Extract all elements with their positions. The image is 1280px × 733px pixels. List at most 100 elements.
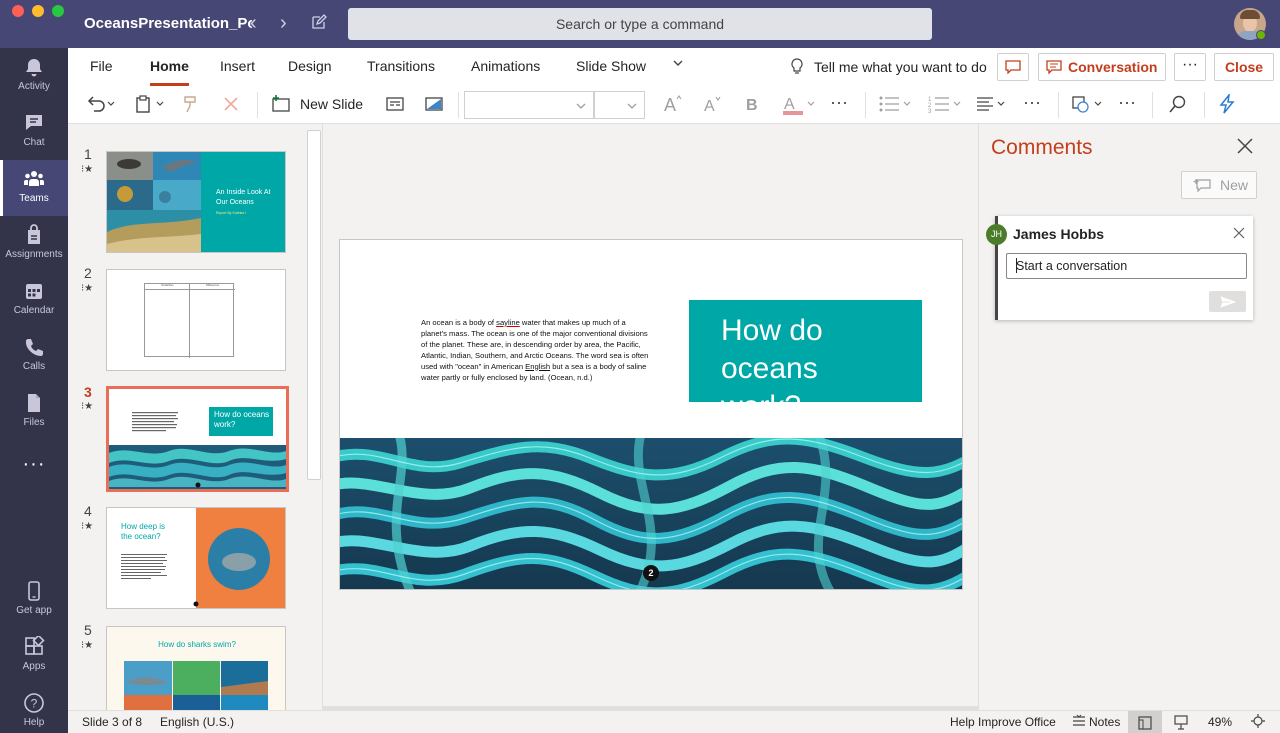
animation-star-icon: ⁝★ <box>81 164 94 175</box>
slide-thumbnail-4[interactable]: How deep is the ocean? <box>106 507 286 609</box>
help-improve-office-button[interactable]: Help Improve Office <box>950 715 1056 729</box>
title-box[interactable]: How do oceans work? <box>689 300 922 402</box>
shapes-icon[interactable] <box>1071 94 1107 117</box>
window-close-button[interactable] <box>12 5 24 17</box>
notes-icon[interactable] <box>1072 714 1086 731</box>
slide-3-title: How do oceans work? <box>214 410 270 429</box>
search-input[interactable]: Search or type a command <box>348 8 932 40</box>
thumbnails-scrollbar[interactable] <box>307 130 321 480</box>
phone-icon <box>25 339 43 356</box>
format-painter-icon[interactable] <box>181 94 201 117</box>
close-card-icon[interactable] <box>1233 226 1245 242</box>
normal-view-icon <box>1138 716 1152 730</box>
comment-card: JH James Hobbs <box>986 216 1253 320</box>
more-font-options-icon[interactable]: ··· <box>830 92 848 113</box>
tell-me-search[interactable]: Tell me what you want to do <box>790 58 987 75</box>
chevron-down-icon <box>627 103 637 109</box>
zoom-level[interactable]: 49% <box>1208 715 1232 729</box>
bold-icon[interactable]: B <box>745 94 761 117</box>
layout-icon[interactable] <box>385 94 405 117</box>
bullets-icon[interactable] <box>878 94 914 117</box>
rail-item-teams[interactable]: Teams <box>0 160 68 216</box>
slide-marker[interactable]: 2 <box>643 565 659 581</box>
close-document-button[interactable]: Close <box>1214 53 1274 81</box>
delete-icon[interactable] <box>222 94 240 117</box>
assignments-icon <box>28 224 40 244</box>
find-icon[interactable] <box>1168 94 1188 117</box>
notes-button[interactable]: Notes <box>1089 715 1120 729</box>
window-zoom-button[interactable] <box>52 5 64 17</box>
background-icon[interactable] <box>424 94 444 117</box>
more-apps-icon[interactable]: ··· <box>0 453 68 476</box>
tab-file[interactable]: File <box>90 58 113 74</box>
svg-text:?: ? <box>31 697 38 711</box>
rail-item-get-app[interactable]: Get app <box>0 572 68 628</box>
tab-animations[interactable]: Animations <box>471 58 540 74</box>
grow-font-icon[interactable]: A <box>662 94 684 117</box>
numbering-icon[interactable]: 123 <box>928 94 964 117</box>
shrink-font-icon[interactable]: A <box>702 94 724 117</box>
back-chevron-icon[interactable]: ‹ <box>250 12 257 34</box>
paste-icon[interactable] <box>135 94 167 117</box>
tab-insert[interactable]: Insert <box>220 58 255 74</box>
font-name-dropdown[interactable] <box>464 91 594 119</box>
rail-item-activity[interactable]: Activity <box>0 48 68 104</box>
current-slide[interactable]: An ocean is a body of sayline water that… <box>339 239 963 590</box>
new-comment-label: New <box>1220 177 1249 193</box>
slide-thumbnail-2[interactable]: Similarities Differences <box>106 269 286 371</box>
svg-text:3: 3 <box>928 109 932 114</box>
slide-2-col1: Similarities <box>161 284 174 287</box>
more-drawing-options-icon[interactable]: ··· <box>1118 92 1136 113</box>
conversation-icon <box>1046 60 1062 74</box>
conversation-button[interactable]: Conversation <box>1038 53 1166 81</box>
new-comment-button[interactable]: New <box>1181 171 1257 199</box>
align-icon[interactable] <box>976 94 1010 117</box>
rail-label: Activity <box>18 81 50 92</box>
more-options-button[interactable]: ··· <box>1174 53 1206 81</box>
rail-item-chat[interactable]: Chat <box>0 104 68 160</box>
language-status[interactable]: English (U.S.) <box>160 715 234 729</box>
slide-thumbnail-5[interactable]: How do sharks swim? <box>106 626 286 710</box>
comment-button[interactable] <box>997 53 1029 81</box>
font-color-icon[interactable]: A <box>782 94 816 119</box>
undo-icon[interactable] <box>86 94 116 117</box>
normal-view-button[interactable] <box>1128 711 1162 733</box>
slide-thumbnail-3[interactable]: How do oceans work? <box>106 386 289 492</box>
rail-item-calendar[interactable]: Calendar <box>0 272 68 328</box>
svg-text:A: A <box>664 95 676 114</box>
tab-home[interactable]: Home <box>150 58 189 86</box>
rail-item-files[interactable]: Files <box>0 384 68 440</box>
slide-2-table: Similarities Differences <box>144 283 235 358</box>
new-slide-icon[interactable] <box>270 94 292 117</box>
document-title: OceansPresentation_Po... <box>84 15 252 32</box>
close-comments-icon[interactable] <box>1237 138 1253 157</box>
rail-item-assignments[interactable]: Assignments <box>0 216 68 272</box>
animation-star-icon: ⁝★ <box>81 283 94 294</box>
slide-body-text[interactable]: An ocean is a body of sayline water that… <box>421 318 651 383</box>
svg-text:B: B <box>746 97 758 114</box>
fit-slide-icon[interactable] <box>1251 714 1265 731</box>
tab-design[interactable]: Design <box>288 58 332 74</box>
new-slide-button[interactable]: New Slide <box>300 96 363 112</box>
animation-star-icon: ⁝★ <box>81 521 94 532</box>
rail-item-help[interactable]: ? Help <box>0 684 68 733</box>
ribbon-tabs: File Home Insert Design Transitions Anim… <box>68 48 1280 86</box>
presence-available-icon <box>1256 30 1266 40</box>
font-size-dropdown[interactable] <box>594 91 645 119</box>
comments-pane: Comments New JH James Hobbs <box>978 124 1280 710</box>
forward-chevron-icon[interactable]: › <box>280 12 287 34</box>
conversation-input[interactable] <box>1006 253 1247 279</box>
rail-item-calls[interactable]: Calls <box>0 328 68 384</box>
compose-icon[interactable] <box>311 14 327 33</box>
window-minimize-button[interactable] <box>32 5 44 17</box>
more-paragraph-options-icon[interactable]: ··· <box>1023 92 1041 113</box>
tab-transitions[interactable]: Transitions <box>367 58 435 74</box>
designer-icon[interactable] <box>1217 92 1237 117</box>
rail-item-apps[interactable]: Apps <box>0 628 68 684</box>
tab-slide-show[interactable]: Slide Show <box>576 58 646 74</box>
send-button[interactable] <box>1209 291 1246 312</box>
slide-thumbnail-1[interactable]: An Inside Look At Our Oceans Report By K… <box>106 151 286 253</box>
slide-show-view-icon[interactable] <box>1174 714 1188 733</box>
more-tabs-chevron-icon[interactable] <box>672 56 684 72</box>
coral-image[interactable]: 2 <box>340 438 962 589</box>
